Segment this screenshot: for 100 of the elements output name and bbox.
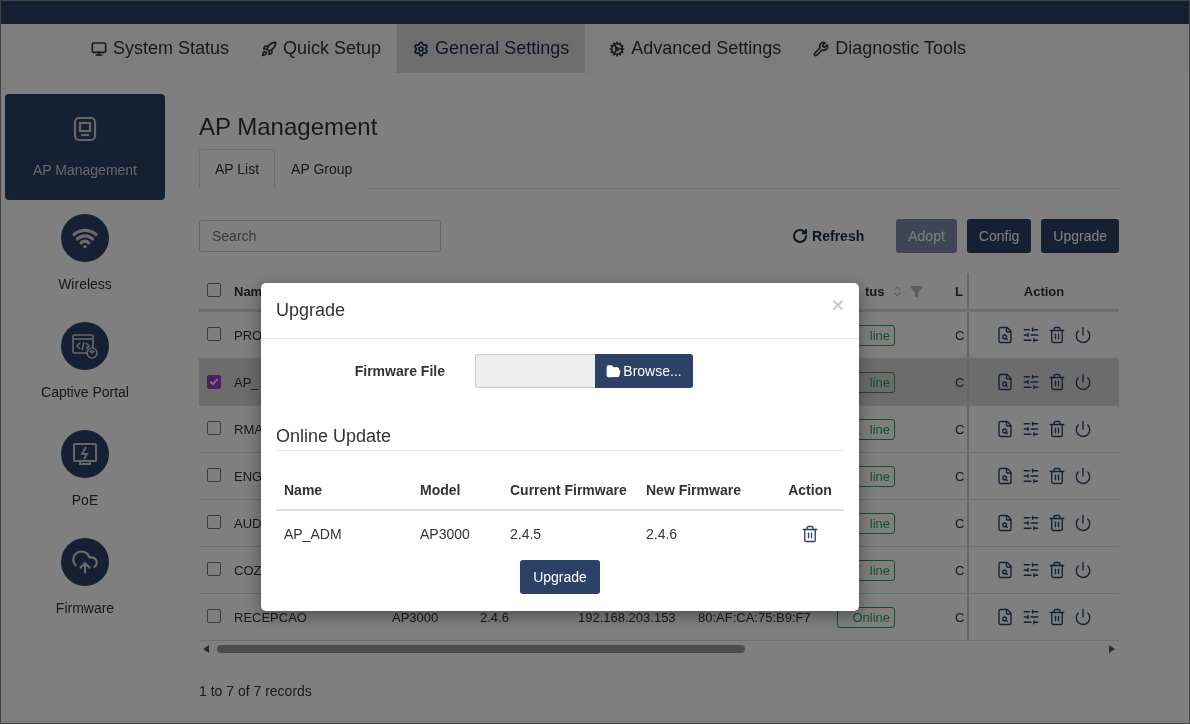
- table-cell: AP_: [234, 374, 259, 390]
- checkbox[interactable]: [207, 282, 221, 297]
- sliders-icon[interactable]: [1022, 561, 1040, 579]
- section-title: Online Update: [276, 426, 844, 451]
- table-cell: C: [955, 327, 965, 343]
- table-cell: RECEPCAO: [234, 609, 307, 625]
- table-cell: PRO: [234, 327, 263, 343]
- nav-tab[interactable]: General Settings: [397, 24, 586, 73]
- wrench-icon: [813, 40, 830, 57]
- table-cell: C: [955, 562, 965, 578]
- details-icon[interactable]: [996, 514, 1014, 532]
- nav-tab-label: Diagnostic Tools: [835, 38, 967, 59]
- delete-icon[interactable]: [1048, 467, 1066, 485]
- delete-icon[interactable]: [1048, 561, 1066, 579]
- toolbar-button[interactable]: Upgrade: [1041, 219, 1119, 253]
- sliders-icon[interactable]: [1022, 420, 1040, 438]
- refresh-icon: [792, 228, 809, 244]
- sliders-icon[interactable]: [1022, 467, 1040, 485]
- column-header: L: [955, 283, 963, 299]
- checkbox[interactable]: [207, 514, 221, 529]
- refresh-button[interactable]: Refresh: [786, 227, 871, 245]
- nav-tab-label: Quick Setup: [283, 38, 382, 59]
- sidebar-item[interactable]: PoE: [5, 430, 165, 538]
- field-label: Firmware File: [353, 363, 446, 379]
- details-icon[interactable]: [996, 608, 1014, 626]
- table-cell: 80:AF:CA:75:B9:F7: [698, 609, 811, 625]
- checkbox[interactable]: [207, 467, 221, 482]
- upgrade-button[interactable]: Upgrade: [520, 560, 600, 594]
- table-cell: AUD: [234, 515, 262, 531]
- nav-tab-label: Advanced Settings: [631, 38, 782, 59]
- power-icon[interactable]: [1074, 608, 1092, 626]
- table-cell: C: [955, 421, 965, 437]
- monitor-icon: [91, 40, 107, 57]
- column-header: Name: [283, 482, 324, 498]
- column-header: tus: [865, 283, 885, 299]
- checkbox[interactable]: [207, 561, 221, 576]
- power-icon[interactable]: [1074, 514, 1092, 532]
- sidebar-item-label: Firmware: [55, 600, 115, 616]
- column-header: New Firmware: [645, 482, 742, 498]
- table-cell-text: 2.4.6: [645, 526, 679, 542]
- access-point-icon: [72, 116, 98, 142]
- checkbox[interactable]: [207, 326, 221, 341]
- sliders-icon[interactable]: [1022, 514, 1040, 532]
- power-icon[interactable]: [1074, 467, 1092, 485]
- details-icon[interactable]: [996, 467, 1014, 485]
- sidebar-item-label: Wireless: [58, 276, 112, 292]
- folder-icon: [606, 363, 622, 379]
- table-cell: COZ: [234, 562, 262, 578]
- details-icon[interactable]: [996, 420, 1014, 438]
- sidebar-item[interactable]: Captive Portal: [5, 322, 165, 430]
- power-icon[interactable]: [1074, 373, 1092, 391]
- delete-icon[interactable]: [1048, 608, 1066, 626]
- delete-icon[interactable]: [1048, 420, 1066, 438]
- delete-icon[interactable]: [1048, 326, 1066, 344]
- nav-tab[interactable]: Quick Setup: [245, 24, 398, 73]
- checkbox[interactable]: [207, 608, 221, 623]
- table-cell: C: [955, 609, 965, 625]
- sliders-icon[interactable]: [1022, 608, 1040, 626]
- sliders-icon[interactable]: [1022, 326, 1040, 344]
- cloud-upload-icon: [71, 548, 99, 576]
- browse-button[interactable]: Browse...: [595, 354, 693, 388]
- checkbox[interactable]: [207, 420, 221, 435]
- sidebar-item[interactable]: Wireless: [5, 214, 165, 322]
- delete-icon[interactable]: [801, 525, 819, 543]
- sidebar-item[interactable]: AP Management: [5, 94, 165, 200]
- search-field[interactable]: Search: [199, 220, 441, 252]
- table-cell: C: [955, 468, 965, 484]
- nav-tab[interactable]: Diagnostic Tools: [797, 24, 983, 73]
- table-cell-text: AP_ADM: [283, 526, 343, 542]
- table-cell: C: [955, 515, 965, 531]
- settings-icon: [413, 40, 430, 57]
- sidebar-item-label: AP Management: [33, 162, 137, 178]
- tab[interactable]: AP List: [199, 149, 276, 189]
- delete-icon[interactable]: [1048, 514, 1066, 532]
- power-icon[interactable]: [1074, 420, 1092, 438]
- page-title: AP Management: [199, 113, 379, 141]
- nav-tab-label: System Status: [113, 38, 230, 59]
- sliders-icon[interactable]: [1022, 373, 1040, 391]
- table-cell: C: [955, 374, 965, 390]
- table-cell: 192.168.203.153: [578, 609, 676, 625]
- sidebar-item[interactable]: Firmware: [5, 538, 165, 646]
- file-field[interactable]: [475, 354, 595, 388]
- nav-tab[interactable]: Advanced Settings: [593, 24, 798, 73]
- details-icon[interactable]: [996, 373, 1014, 391]
- column-header: Action: [1023, 283, 1065, 299]
- dialog-title: Upgrade: [276, 300, 346, 321]
- nav-tab[interactable]: System Status: [75, 24, 246, 73]
- checkbox[interactable]: [207, 374, 221, 389]
- records-count: 1 to 7 of 7 records: [199, 683, 313, 699]
- column-header: Action: [787, 482, 833, 498]
- column-header: Model: [419, 482, 462, 498]
- details-icon[interactable]: [996, 561, 1014, 579]
- power-icon[interactable]: [1074, 326, 1092, 344]
- details-icon[interactable]: [996, 326, 1014, 344]
- nav-tab-label: General Settings: [435, 38, 570, 59]
- toolbar-button[interactable]: Config: [966, 219, 1032, 253]
- sidebar-item-label: PoE: [71, 492, 99, 508]
- power-icon[interactable]: [1074, 561, 1092, 579]
- browser-code-icon: [71, 332, 99, 360]
- column-header: Nam: [234, 283, 264, 299]
